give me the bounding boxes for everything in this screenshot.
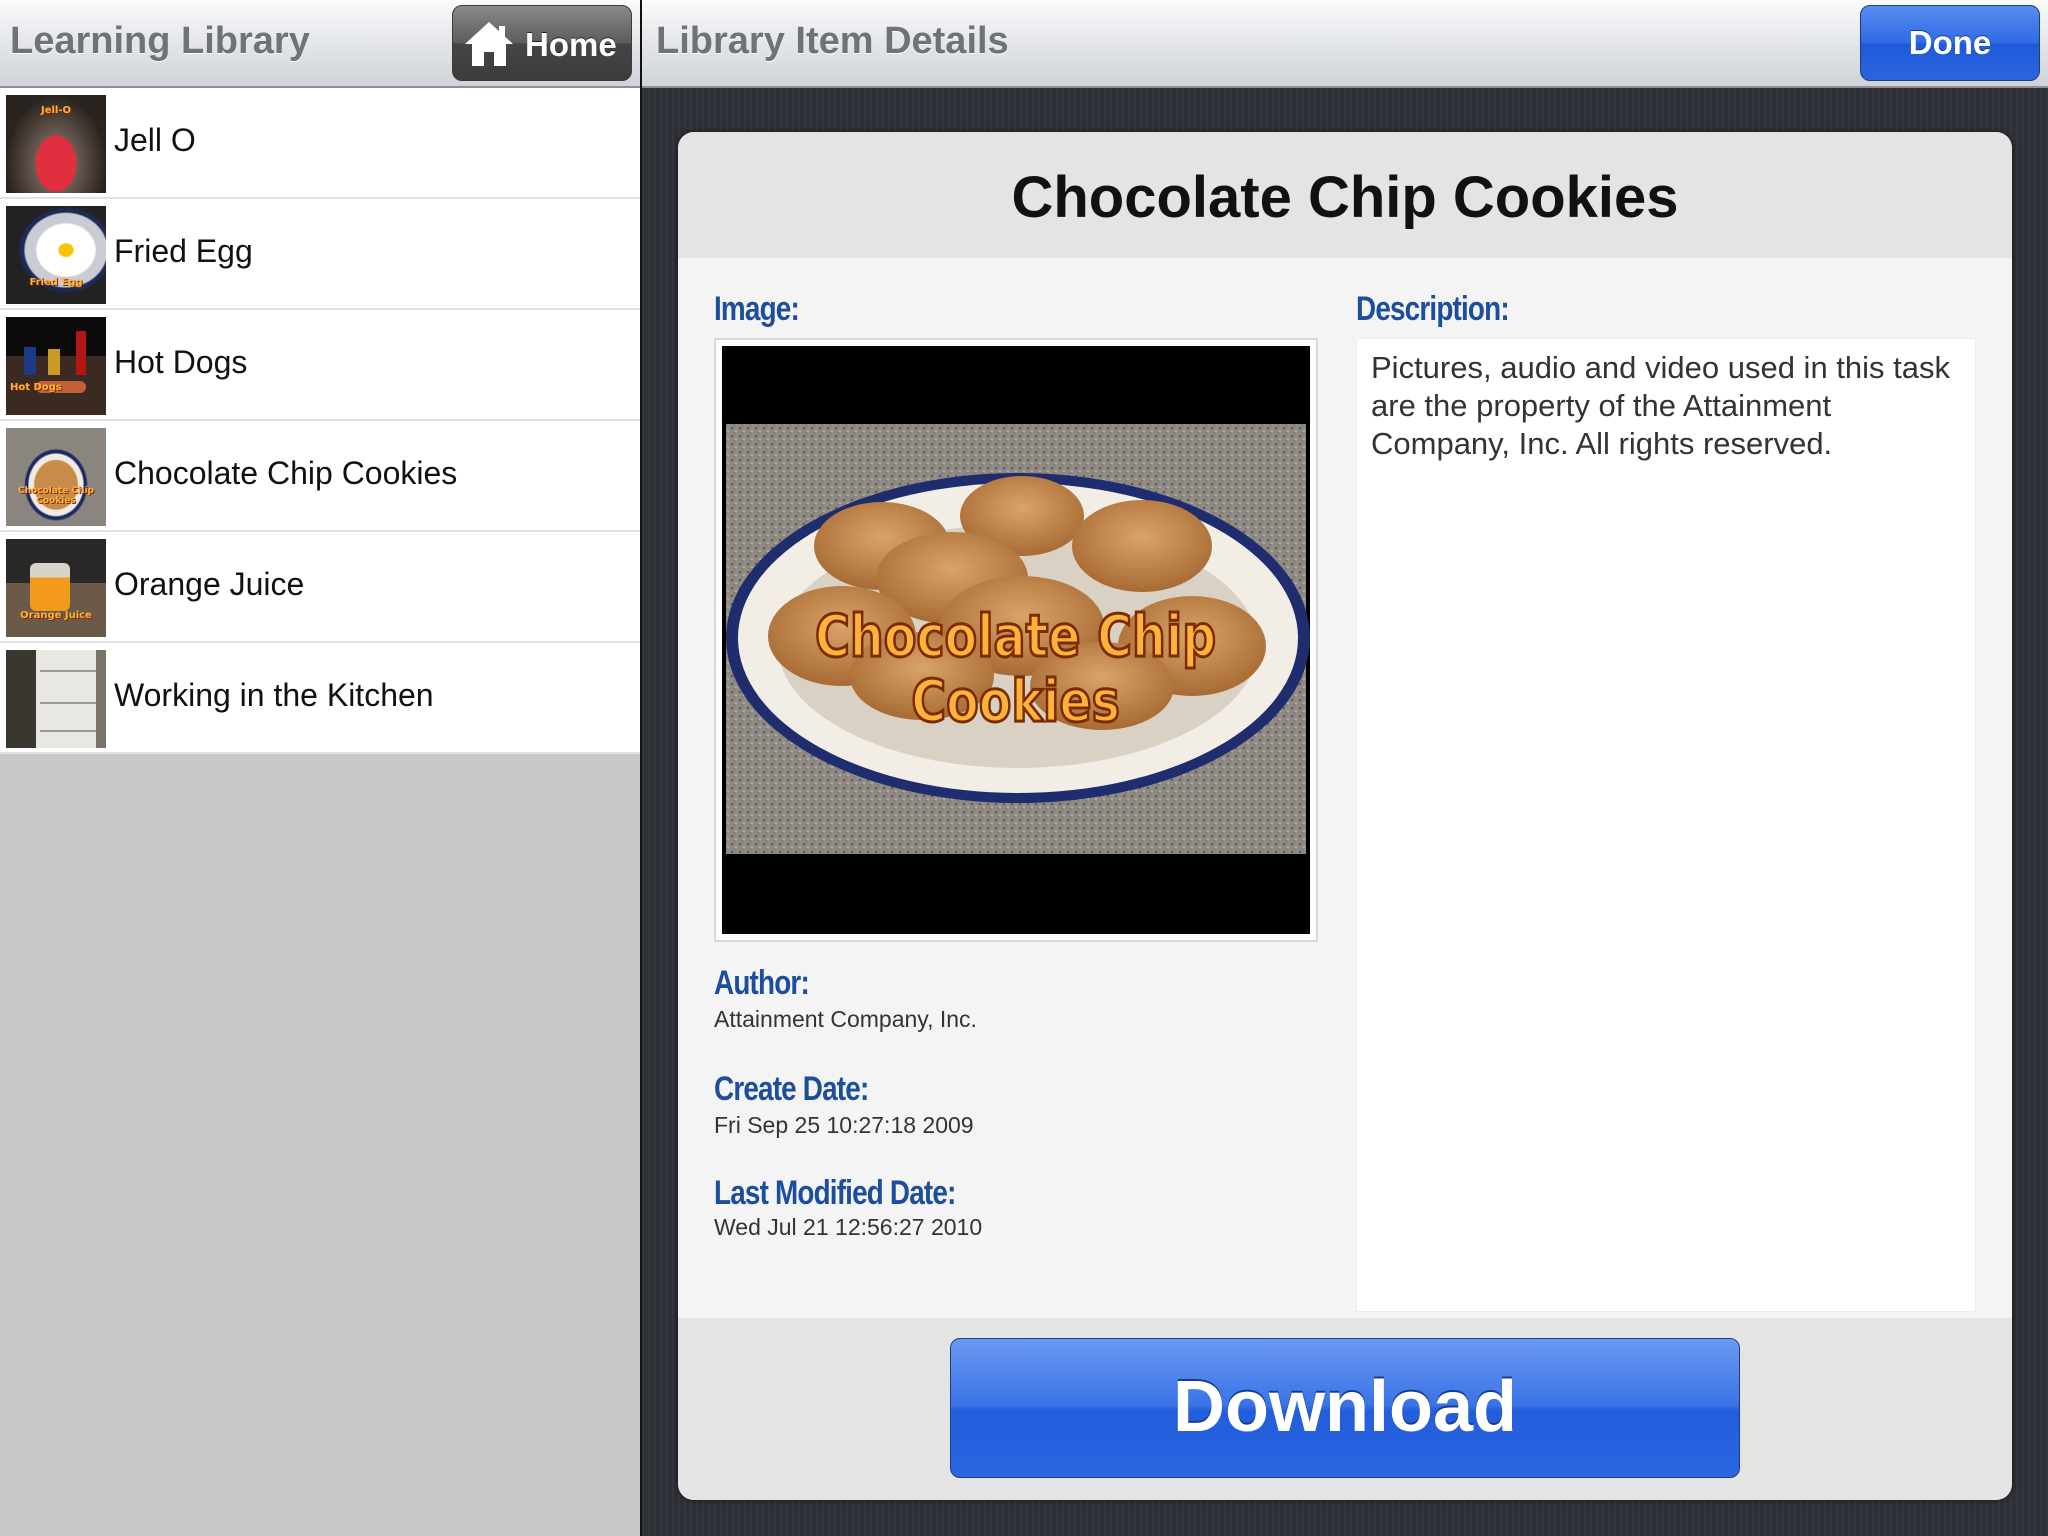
list-item-label: Orange Juice bbox=[114, 566, 305, 602]
cookies-thumbnail: Chocolate Chip Cookies bbox=[6, 428, 106, 526]
image-caption-line2: Cookies bbox=[911, 667, 1120, 735]
last-modified-date-value: Wed Jul 21 12:56:27 2010 bbox=[714, 1214, 983, 1240]
card-header: Chocolate Chip Cookies bbox=[678, 132, 2012, 258]
detail-nav-bar: Library Item Details Done bbox=[642, 0, 2048, 88]
image-caption-line1: Chocolate Chip bbox=[815, 602, 1216, 670]
list-item-label: Jell O bbox=[114, 122, 196, 158]
library-master-pane: Learning Library Home Jell-O Jell O Frie… bbox=[0, 0, 640, 1536]
create-date-label: Create Date: bbox=[714, 1070, 869, 1108]
description-text: Pictures, audio and video used in this t… bbox=[1371, 350, 1951, 461]
author-value: Attainment Company, Inc. bbox=[714, 1006, 977, 1032]
item-image-frame: Chocolate Chip Cookies bbox=[714, 338, 1318, 942]
orange-juice-thumbnail: Orange Juice bbox=[6, 539, 106, 637]
home-button[interactable]: Home bbox=[452, 5, 632, 81]
item-detail-pane: Library Item Details Done Chocolate Chip… bbox=[642, 0, 2048, 1536]
done-button[interactable]: Done bbox=[1860, 5, 2040, 81]
description-box[interactable]: Pictures, audio and video used in this t… bbox=[1356, 338, 1976, 1312]
list-item-hot-dogs[interactable]: Hot Dogs Hot Dogs bbox=[0, 310, 640, 421]
master-nav-bar: Learning Library Home bbox=[0, 0, 640, 88]
hot-dogs-thumbnail: Hot Dogs bbox=[6, 317, 106, 415]
list-item-jell-o[interactable]: Jell-O Jell O bbox=[0, 88, 640, 199]
image-label: Image: bbox=[714, 290, 800, 328]
master-title: Learning Library bbox=[10, 20, 310, 62]
detail-title: Library Item Details bbox=[656, 20, 1009, 62]
list-item-working-in-the-kitchen[interactable]: Working in the Kitchen bbox=[0, 643, 640, 754]
home-icon bbox=[465, 22, 513, 66]
library-list: Jell-O Jell O Fried Egg Fried Egg Hot Do… bbox=[0, 88, 640, 754]
home-button-label: Home bbox=[525, 26, 617, 63]
download-button[interactable]: Download bbox=[950, 1338, 1740, 1478]
list-item-label: Working in the Kitchen bbox=[114, 677, 434, 713]
list-item-chocolate-chip-cookies[interactable]: Chocolate Chip Cookies Chocolate Chip Co… bbox=[0, 421, 640, 532]
kitchen-thumbnail bbox=[6, 650, 106, 748]
last-modified-date-label: Last Modified Date: bbox=[714, 1174, 956, 1212]
description-label: Description: bbox=[1356, 290, 1510, 328]
create-date-value: Fri Sep 25 10:27:18 2009 bbox=[714, 1112, 974, 1138]
list-item-label: Hot Dogs bbox=[114, 344, 248, 380]
item-title: Chocolate Chip Cookies bbox=[1011, 165, 1679, 230]
item-detail-card: Chocolate Chip Cookies Image: Chocolate … bbox=[678, 132, 2012, 1500]
jell-o-thumbnail: Jell-O bbox=[6, 95, 106, 193]
list-item-label: Chocolate Chip Cookies bbox=[114, 455, 458, 491]
item-image[interactable]: Chocolate Chip Cookies bbox=[722, 346, 1310, 934]
list-item-orange-juice[interactable]: Orange Juice Orange Juice bbox=[0, 532, 640, 643]
list-item-fried-egg[interactable]: Fried Egg Fried Egg bbox=[0, 199, 640, 310]
fried-egg-thumbnail: Fried Egg bbox=[6, 206, 106, 304]
cookies-image: Chocolate Chip Cookies bbox=[722, 346, 1310, 934]
author-label: Author: bbox=[714, 964, 810, 1002]
list-item-label: Fried Egg bbox=[114, 233, 253, 269]
